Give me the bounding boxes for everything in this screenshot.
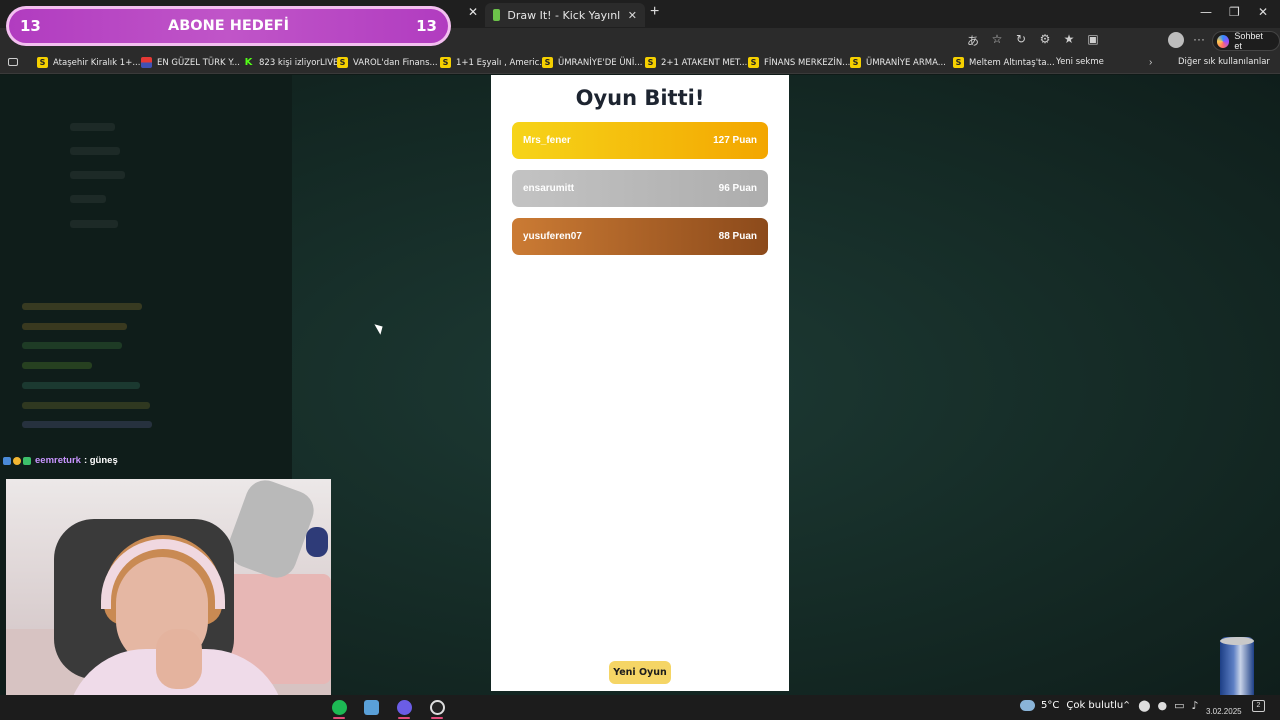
obs-icon[interactable] (430, 700, 445, 715)
game-over-title: Oyun Bitti! (575, 86, 705, 110)
chat-username: eemreturk (35, 455, 81, 466)
bookmark-item[interactable]: EN GÜZEL TÜRK Y... (141, 57, 240, 68)
network-icon[interactable]: ▭ (1174, 699, 1184, 712)
chat-message: eemreturk : güneş (3, 455, 118, 466)
badge-icon (23, 456, 31, 465)
settings-app-icon[interactable] (364, 700, 379, 715)
bookmark-label: ÜMRANİYE ARMA... (866, 57, 946, 68)
bookmark-site-icon: S (440, 57, 451, 68)
minimize-icon[interactable]: — (1200, 5, 1212, 19)
collections-icon[interactable]: ▣ (1086, 32, 1100, 49)
goal-target-count: 13 (416, 17, 437, 35)
pencil-icon (493, 9, 501, 21)
refresh-extension-icon[interactable]: ↻ (1014, 32, 1028, 49)
new-tab-button[interactable]: + (650, 3, 659, 21)
other-bookmarks-folder[interactable]: Diğer sık kullanılanlar (1178, 57, 1270, 143)
leaderboard-row-1: Mrs_fener 127 Puan (512, 122, 768, 159)
bookmark-item[interactable]: S VAROL'dan Finans... (337, 57, 438, 68)
player-name: Mrs_fener (523, 135, 571, 146)
bookmark-site-icon: S (953, 57, 964, 68)
webcam-feed (6, 479, 331, 720)
favorite-star-icon[interactable]: ☆ (990, 32, 1004, 49)
badge-icon (13, 456, 21, 465)
taskbar-date[interactable]: 3.02.2025 (1206, 707, 1242, 716)
bookmark-label: Meltem Altıntaş'ta... (969, 57, 1055, 68)
figurine (306, 527, 328, 557)
bookmark-label: Yeni sekme (1056, 57, 1104, 67)
bookmark-label: FİNANS MERKEZİN... (764, 57, 851, 68)
close-icon[interactable]: ✕ (628, 9, 637, 22)
bookmark-item[interactable]: S FİNANS MERKEZİN... (748, 57, 850, 68)
chevron-right-icon[interactable]: › (1149, 57, 1152, 68)
bookmark-label: 2+1 ATAKENT MET... (661, 57, 748, 68)
goal-current-count: 13 (20, 17, 41, 35)
volume-icon[interactable]: ♪ (1192, 699, 1199, 712)
bookmark-item[interactable]: K 823 kişi izliyorLIVE (243, 57, 339, 68)
bookmark-item[interactable]: Yeni sekme (1056, 57, 1104, 143)
copilot-label: Sohbet et (1234, 31, 1263, 51)
badge-icon (3, 456, 11, 465)
player-name: ensarumitt (523, 183, 575, 194)
player-name: yusuferen07 (523, 231, 582, 242)
new-game-button[interactable]: Yeni Oyun (609, 661, 671, 684)
bookmark-label: ÜMRANİYE'DE ÜNİ... (558, 57, 643, 68)
toolbar-icons: あ ☆ ↻ ⚙ ★ ▣ (966, 32, 1100, 49)
player-score: 96 Puan (718, 183, 757, 194)
chat-text: : güneş (83, 455, 118, 466)
bookmark-item[interactable]: S 1+1 Eşyalı , Americ... (440, 57, 547, 68)
weather-widget[interactable]: 5°C Çok bulutlu (1020, 700, 1123, 711)
player-score: 127 Puan (713, 135, 757, 146)
kick-icon: K (244, 57, 253, 68)
bookmark-site-icon: S (850, 57, 861, 68)
system-tray: ⌃ ⬤ ● ▭ ♪ (1122, 699, 1199, 712)
bookmarks-bar: S Ataşehir Kiralık 1+... EN GÜZEL TÜRK Y.… (0, 54, 1280, 143)
bookmark-site-icon: S (337, 57, 348, 68)
chevron-up-icon[interactable]: ⌃ (1122, 699, 1131, 712)
more-options-icon[interactable]: ··· (1193, 32, 1205, 46)
tab-draw-it[interactable]: Draw It! - Kick Yayınları İçin Çizim ✕ (485, 3, 645, 27)
bookmark-item[interactable]: S Meltem Altıntaş'ta... (953, 57, 1055, 68)
sidebar-toggle-icon[interactable] (8, 58, 18, 66)
spotify-icon[interactable] (332, 700, 347, 715)
restore-icon[interactable]: ❐ (1229, 5, 1240, 19)
close-window-icon[interactable]: ✕ (1258, 5, 1268, 19)
bookmark-label: Diğer sık kullanılanlar (1178, 57, 1270, 67)
weather-temp: 5°C (1041, 700, 1060, 711)
bookmark-site-icon: S (37, 57, 48, 68)
close-icon[interactable]: ✕ (468, 5, 478, 19)
bookmark-item[interactable]: S ÜMRANİYE ARMA... (850, 57, 946, 68)
bookmark-item[interactable]: S 2+1 ATAKENT MET... (645, 57, 747, 68)
copilot-button[interactable]: Sohbet et (1212, 31, 1280, 51)
bookmark-site-icon: S (748, 57, 759, 68)
bookmark-label: Ataşehir Kiralık 1+... (53, 57, 141, 68)
extensions-icon[interactable]: ⚙ (1038, 32, 1052, 49)
leaderboard-row-2: ensarumitt 96 Puan (512, 170, 768, 207)
translate-icon[interactable]: あ (966, 32, 980, 49)
bookmark-site-icon: S (645, 57, 656, 68)
weather-condition: Çok bulutlu (1066, 700, 1124, 711)
favorites-icon[interactable]: ★ (1062, 32, 1076, 49)
app-tray-icon[interactable]: ⬤ (1138, 699, 1150, 712)
bookmark-item[interactable]: S ÜMRANİYE'DE ÜNİ... (542, 57, 643, 68)
bookmark-flag-icon (141, 57, 152, 68)
goal-title: ABONE HEDEFİ (168, 18, 289, 34)
leaderboard-row-3: yusuferen07 88 Puan (512, 218, 768, 255)
cloud-icon (1020, 700, 1035, 711)
game-over-panel: Oyun Bitti! Mrs_fener 127 Puan ensarumit… (491, 75, 789, 691)
tab-label: Draw It! - Kick Yayınları İçin Çizim (507, 8, 620, 22)
notification-icon[interactable]: 2 (1252, 700, 1265, 712)
copilot-icon (1217, 34, 1230, 48)
subscriber-goal-bar: 13 ABONE HEDEFİ 13 (6, 6, 451, 46)
player-score: 88 Puan (718, 231, 757, 242)
bookmark-label: VAROL'dan Finans... (353, 57, 438, 68)
bookmark-label: 823 kişi izliyorLIVE (259, 57, 339, 68)
profile-avatar[interactable] (1168, 32, 1184, 48)
discord-icon[interactable] (397, 700, 412, 715)
bookmark-item[interactable]: S Ataşehir Kiralık 1+... (37, 57, 140, 68)
bookmark-label: 1+1 Eşyalı , Americ... (456, 57, 548, 68)
bookmark-label: EN GÜZEL TÜRK Y... (157, 57, 240, 68)
taskbar: 5°C Çok bulutlu ⌃ ⬤ ● ▭ ♪ 3.02.2025 2 (0, 695, 1280, 720)
bookmark-site-icon: S (542, 57, 553, 68)
microphone-icon[interactable]: ● (1158, 699, 1168, 712)
